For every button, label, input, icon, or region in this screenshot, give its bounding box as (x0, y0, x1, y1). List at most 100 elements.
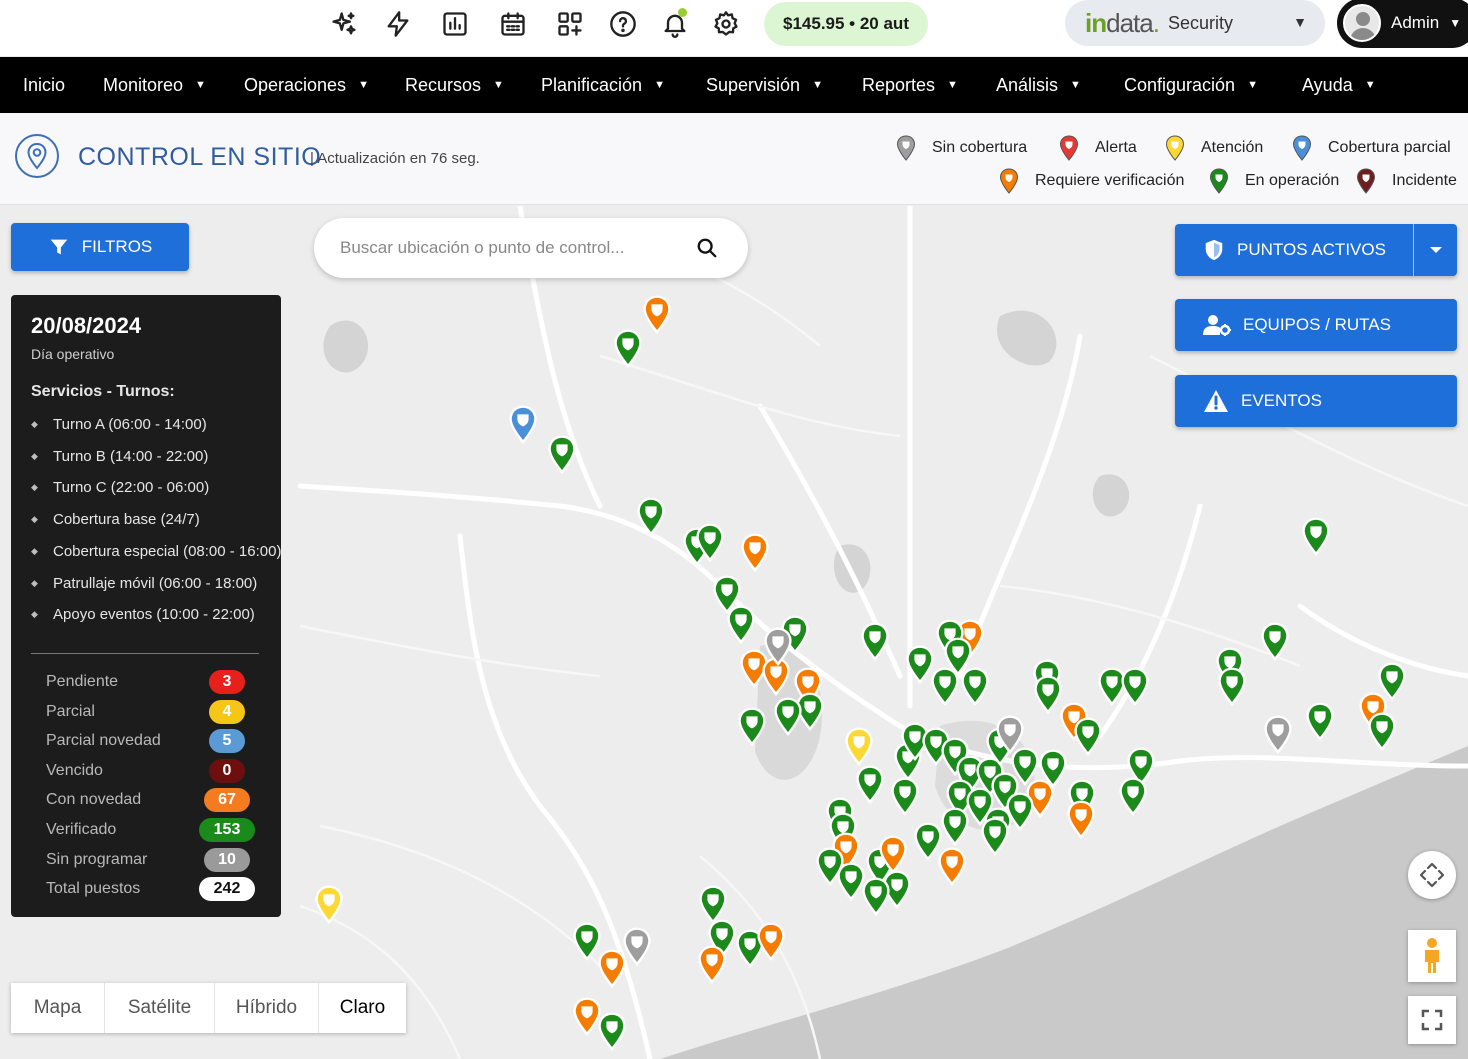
map-marker[interactable] (598, 1012, 626, 1051)
map-marker[interactable] (981, 817, 1009, 856)
map-marker[interactable] (1261, 622, 1289, 661)
map-marker[interactable] (1034, 675, 1062, 714)
map-marker[interactable] (1306, 702, 1334, 741)
map-marker[interactable] (741, 533, 769, 572)
nav-item-8[interactable]: Configuración ▼ (1124, 57, 1258, 113)
pan-control[interactable] (1408, 851, 1456, 899)
teams-routes-button[interactable]: EQUIPOS / RUTAS (1175, 299, 1457, 351)
report-chart-icon[interactable] (437, 6, 473, 42)
map-marker[interactable] (757, 922, 785, 961)
map-marker[interactable] (623, 927, 651, 966)
nav-item-3[interactable]: Recursos ▼ (405, 57, 504, 113)
events-button[interactable]: EVENTOS (1175, 375, 1457, 427)
nav-item-2[interactable]: Operaciones ▼ (244, 57, 369, 113)
caret-down-icon: ▼ (1449, 16, 1462, 30)
map-marker[interactable] (643, 295, 671, 334)
shift-item[interactable]: ◆ Apoyo eventos (10:00 - 22:00) (31, 606, 255, 623)
nav-item-6[interactable]: Reportes ▼ (862, 57, 958, 113)
shift-label: Patrullaje móvil (06:00 - 18:00) (53, 574, 258, 592)
map-marker[interactable] (698, 945, 726, 984)
qr-code-icon[interactable] (552, 6, 588, 42)
map-marker[interactable] (1378, 662, 1406, 701)
brand-logo-dot: . (1152, 7, 1160, 38)
map-marker[interactable] (837, 862, 865, 901)
map-marker[interactable] (856, 765, 884, 804)
balance-pill[interactable]: $145.95 • 20 aut (764, 2, 928, 46)
map-marker[interactable] (961, 667, 989, 706)
shift-label: Turno A (06:00 - 14:00) (53, 416, 207, 433)
bolt-icon[interactable] (380, 6, 416, 42)
nav-item-0[interactable]: Inicio (23, 57, 65, 113)
bell-icon[interactable] (657, 6, 693, 42)
map-marker[interactable] (774, 697, 802, 736)
map-marker[interactable] (637, 497, 665, 536)
map-marker[interactable] (614, 329, 642, 368)
shift-item[interactable]: ◆ Cobertura especial (08:00 - 16:00) (31, 543, 281, 560)
shift-label: Cobertura especial (08:00 - 16:00) (53, 542, 282, 560)
map-type-2[interactable]: Híbrido (215, 983, 319, 1033)
map-marker[interactable] (573, 922, 601, 961)
map-type-3[interactable]: Claro (319, 983, 406, 1033)
map-type-1[interactable]: Satélite (105, 983, 215, 1033)
map-marker[interactable] (573, 997, 601, 1036)
search-icon[interactable] (696, 237, 718, 259)
shield-icon (1205, 239, 1223, 261)
map-marker[interactable] (906, 645, 934, 684)
caret-down-icon: ▼ (1364, 79, 1376, 91)
map-marker[interactable] (1368, 712, 1396, 751)
active-points-button[interactable]: PUNTOS ACTIVOS (1175, 224, 1457, 276)
map-marker[interactable] (598, 949, 626, 988)
calendar-icon[interactable] (495, 6, 531, 42)
map-marker[interactable] (548, 435, 576, 474)
map-marker[interactable] (861, 622, 889, 661)
shift-item[interactable]: ◆ Turno A (06:00 - 14:00) (31, 416, 207, 433)
help-icon[interactable] (605, 6, 641, 42)
shift-item[interactable]: ◆ Patrullaje móvil (06:00 - 18:00) (31, 575, 257, 592)
status-badge: 67 (204, 788, 250, 813)
shift-item[interactable]: ◆ Turno C (22:00 - 06:00) (31, 479, 209, 496)
map-marker[interactable] (1264, 715, 1292, 754)
org-selector[interactable]: in data. Security ▼ (1065, 0, 1325, 46)
map-marker[interactable] (1121, 667, 1149, 706)
map-marker[interactable] (938, 847, 966, 886)
map-marker[interactable] (1119, 777, 1147, 816)
nav-item-7[interactable]: Análisis ▼ (996, 57, 1081, 113)
map-marker[interactable] (727, 605, 755, 644)
map-marker[interactable] (914, 822, 942, 861)
map-marker[interactable] (862, 877, 890, 916)
map-type-0[interactable]: Mapa (11, 983, 105, 1033)
nav-item-5[interactable]: Supervisión ▼ (706, 57, 823, 113)
active-points-dropdown[interactable] (1413, 224, 1457, 276)
shift-item[interactable]: ◆ Turno B (14:00 - 22:00) (31, 448, 208, 465)
map-marker[interactable] (738, 707, 766, 746)
map-marker[interactable] (1067, 800, 1095, 839)
map-marker[interactable] (699, 885, 727, 924)
map-marker[interactable] (315, 885, 343, 924)
nav-item-9[interactable]: Ayuda ▼ (1302, 57, 1376, 113)
map-marker[interactable] (1218, 667, 1246, 706)
map-marker[interactable] (1302, 517, 1330, 556)
map-pin-icon (1209, 168, 1237, 194)
settings-icon[interactable] (708, 6, 744, 42)
map-marker[interactable] (1074, 717, 1102, 756)
shift-item[interactable]: ◆ Cobertura base (24/7) (31, 511, 200, 528)
map-marker[interactable] (845, 727, 873, 766)
sparkles-icon[interactable] (326, 6, 362, 42)
fullscreen-button[interactable] (1408, 996, 1456, 1044)
stat-label: Pendiente (46, 673, 119, 690)
search-input[interactable] (340, 234, 680, 262)
map-marker[interactable] (931, 667, 959, 706)
location-pin-icon (15, 134, 59, 178)
nav-item-label: Ayuda (1302, 74, 1353, 95)
nav-item-1[interactable]: Monitoreo ▼ (103, 57, 206, 113)
filters-button[interactable]: FILTROS (11, 223, 189, 271)
map-marker[interactable] (891, 777, 919, 816)
map-marker[interactable] (509, 405, 537, 444)
map-pin-icon (1059, 135, 1087, 161)
map-marker[interactable] (941, 807, 969, 846)
street-view-pegman[interactable] (1408, 930, 1456, 982)
user-menu[interactable]: Admin ▼ (1337, 0, 1468, 48)
nav-item-4[interactable]: Planificación ▼ (541, 57, 665, 113)
map-pin-icon (1292, 135, 1320, 161)
map-marker[interactable] (1098, 667, 1126, 706)
